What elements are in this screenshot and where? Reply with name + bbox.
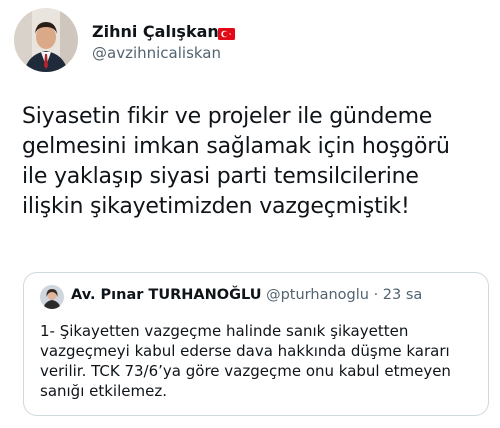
quoted-author-handle[interactable]: @pturhanoglu bbox=[266, 287, 369, 303]
author-handle[interactable]: @avzihnicaliskan bbox=[92, 44, 221, 62]
tweet-text: Siyasetin fikir ve projeler ile gündeme … bbox=[22, 104, 450, 219]
dot-separator: · bbox=[373, 287, 379, 303]
quoted-author-name[interactable]: Av. Pınar TURHANOĞLU bbox=[71, 287, 261, 303]
author-name[interactable]: Zihni Çalışkan bbox=[92, 22, 219, 41]
quoted-tweet[interactable]: Av. Pınar TURHANOĞLU @pturhanoglu · 23 s… bbox=[23, 272, 489, 416]
quoted-tweet-header: Av. Pınar TURHANOĞLU @pturhanoglu · 23 s… bbox=[71, 287, 422, 303]
quoted-tweet-text: 1- Şikayetten vazgeçme halinde sanık şik… bbox=[40, 322, 451, 400]
quoted-author-avatar[interactable] bbox=[40, 285, 64, 309]
tweet-header: Zihni Çalışkan @avzihnicaliskan bbox=[14, 8, 484, 78]
author-avatar[interactable] bbox=[14, 8, 78, 72]
quoted-tweet-time[interactable]: 23 sa bbox=[383, 287, 423, 303]
turkey-flag-icon bbox=[218, 25, 235, 40]
